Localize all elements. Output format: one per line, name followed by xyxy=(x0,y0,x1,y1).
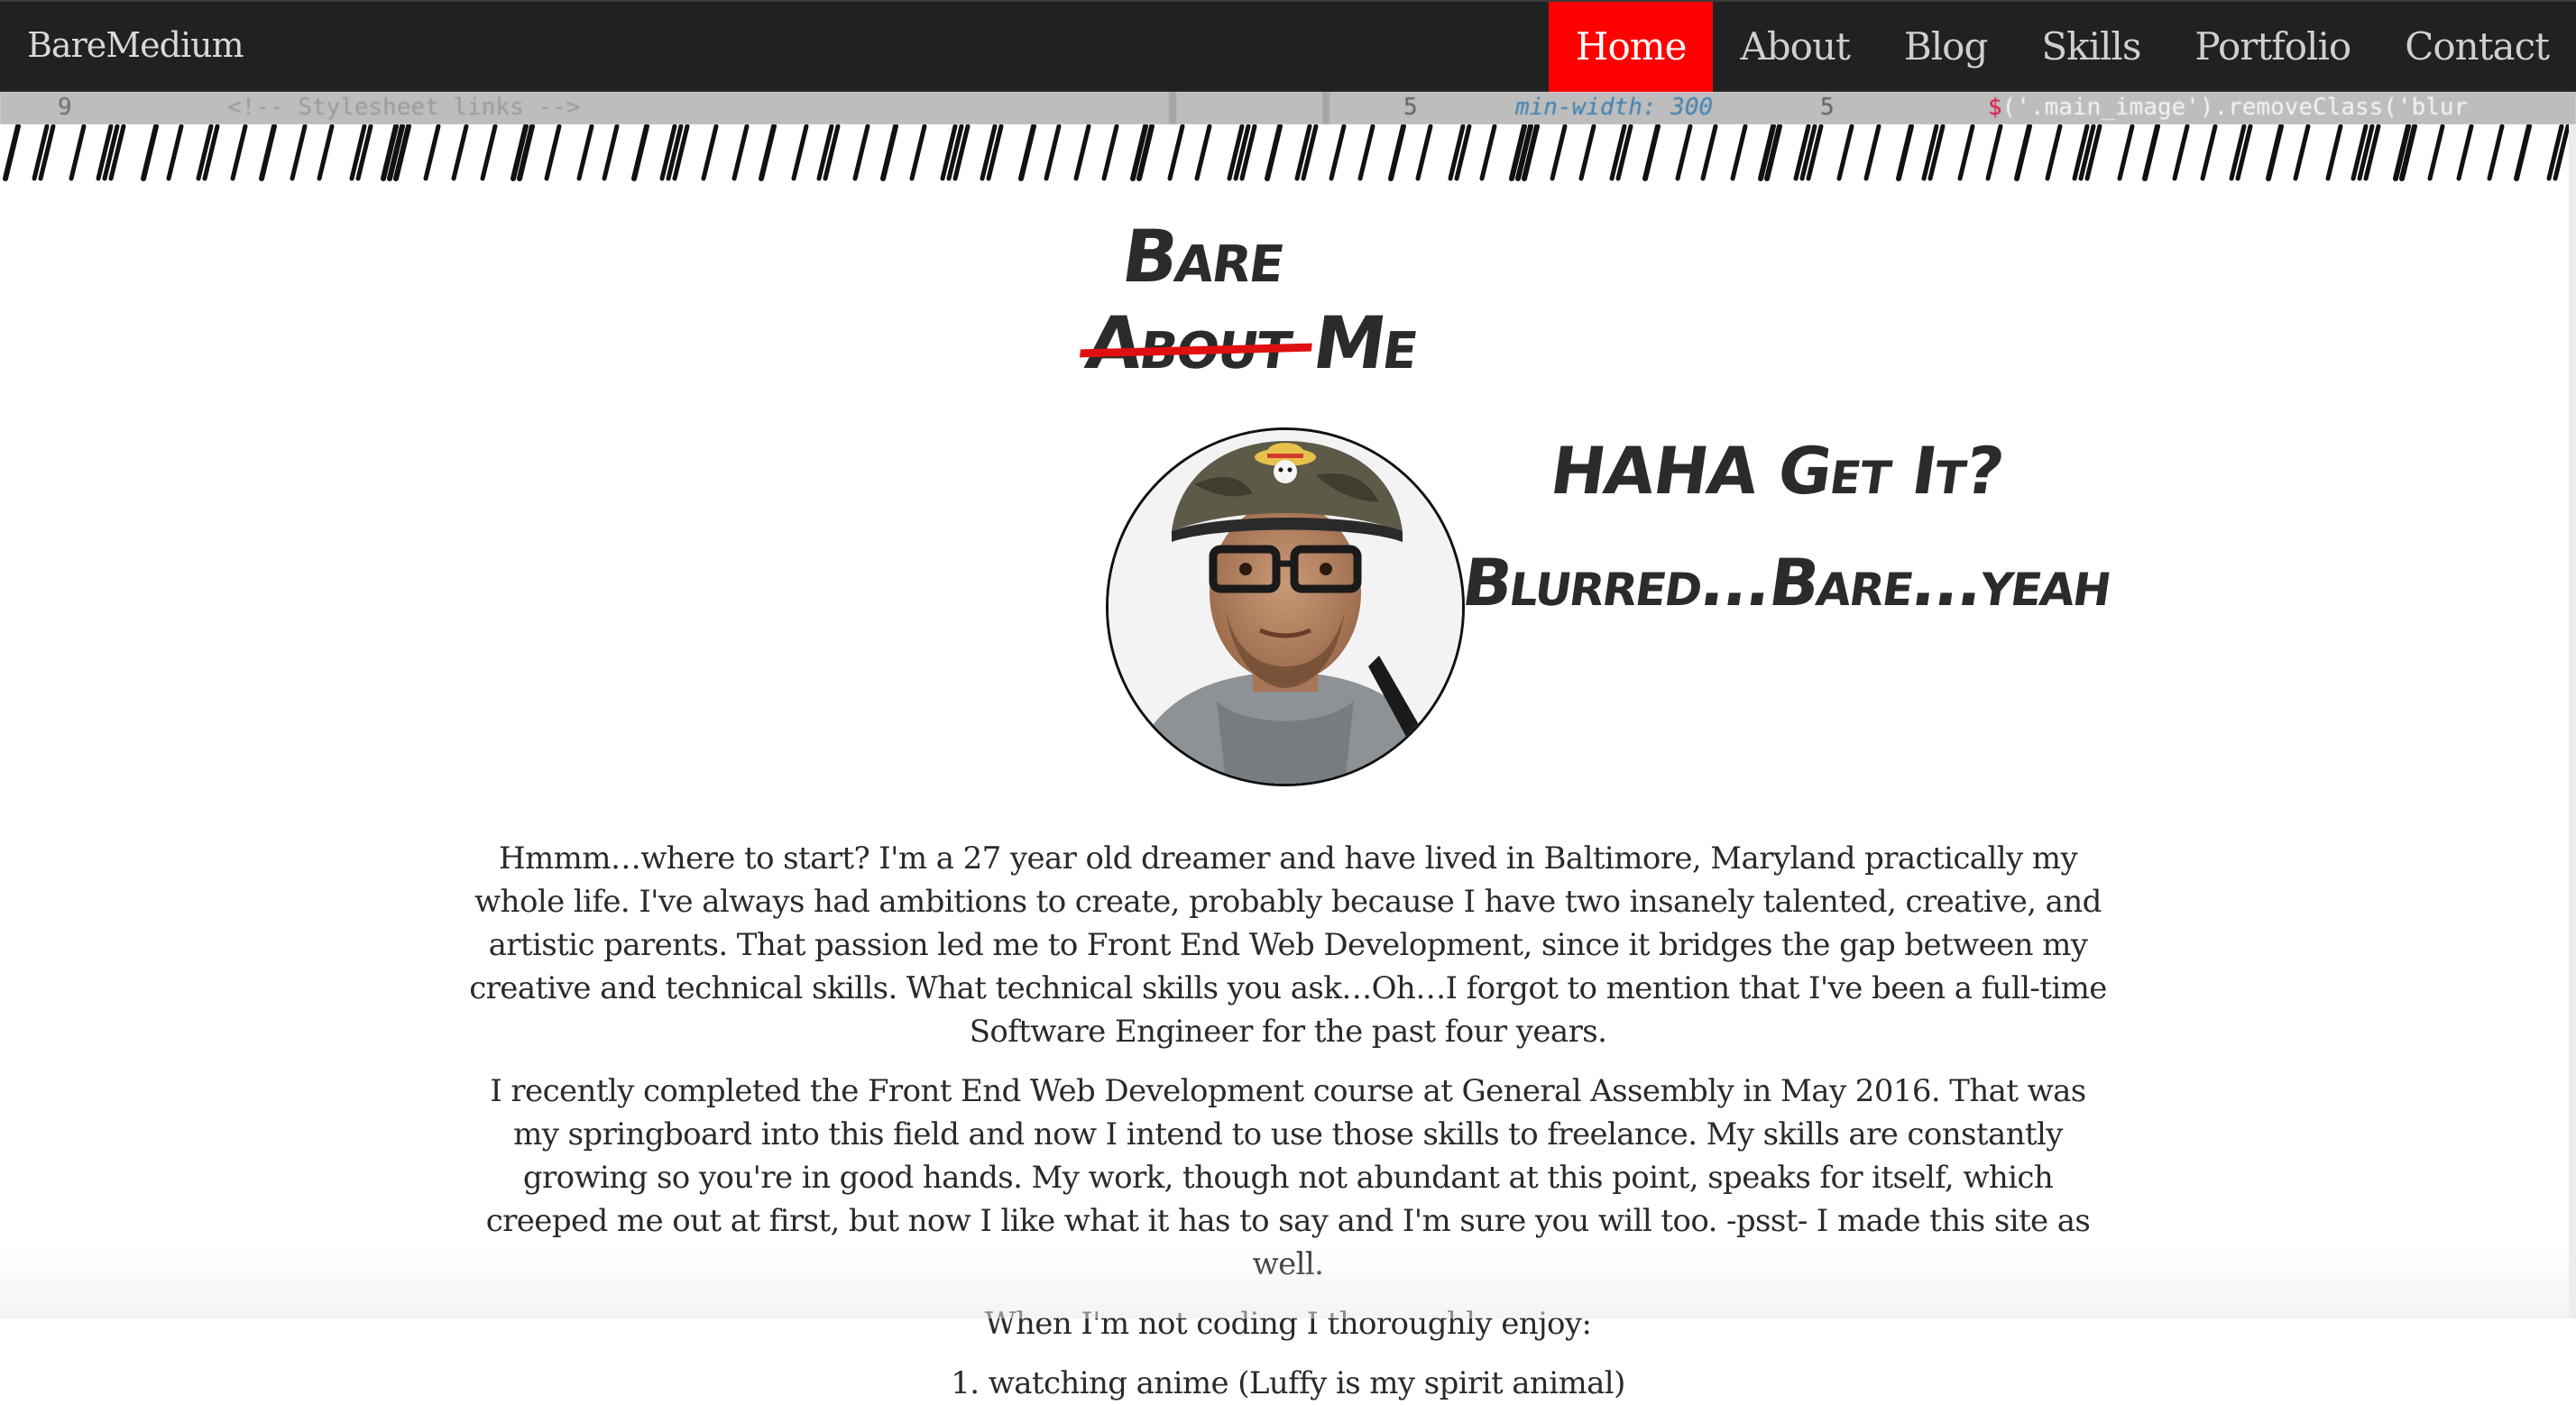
slash-mark xyxy=(791,124,809,181)
slash-mark xyxy=(2142,124,2160,181)
code-pane-divider xyxy=(1169,92,1176,124)
slash-mark xyxy=(2014,124,2032,181)
slash-mark xyxy=(1479,124,1497,181)
slash-mark xyxy=(259,124,277,181)
slash-mark xyxy=(3,124,21,181)
slash-mark xyxy=(2172,124,2190,181)
slash-mark xyxy=(1863,124,1881,181)
enjoy-heading: When I'm not coding I thoroughly enjoy: xyxy=(984,1306,1592,1342)
nav-item-portfolio[interactable]: Portfolio xyxy=(2167,2,2378,92)
slash-mark xyxy=(1957,124,1975,181)
slash-mark xyxy=(1985,124,2003,181)
list-item: 1. watching anime (Luffy is my spirit an… xyxy=(951,1365,1625,1401)
nav-item-home[interactable]: Home xyxy=(1548,2,1714,92)
slash-mark xyxy=(1836,124,1854,181)
code-background-strip: 9 <!-- Stylesheet links --> 5 min-width:… xyxy=(0,92,2576,124)
slash-pattern-band xyxy=(0,124,2576,182)
slash-mark xyxy=(2325,124,2343,181)
code-js-dollar: $ xyxy=(1988,94,2002,121)
slash-mark xyxy=(1700,124,1718,181)
about-paragraph-1: Hmmm…where to start? I'm a 27 year old d… xyxy=(469,840,2107,1050)
slash-mark xyxy=(1578,124,1596,181)
slash-mark xyxy=(1896,124,1914,181)
slash-mark xyxy=(2200,124,2218,181)
slash-mark xyxy=(166,124,184,181)
title-me: Me xyxy=(1308,301,1423,385)
slash-mark xyxy=(701,124,719,181)
slash-mark xyxy=(1265,124,1283,181)
code-line-number: 9 xyxy=(58,94,72,121)
code-line-number: 5 xyxy=(1403,94,1418,121)
slash-mark xyxy=(1730,124,1748,181)
slash-mark xyxy=(852,124,870,181)
slash-mark xyxy=(1388,124,1406,181)
slash-mark xyxy=(2514,124,2532,181)
slash-mark xyxy=(731,124,750,181)
window-scrollbar-edge[interactable] xyxy=(2569,124,2576,1318)
tagline-blurred-bare: Blurred...Bare...yeah xyxy=(1458,545,2116,620)
slash-mark xyxy=(1044,124,1062,181)
top-navbar: BareMedium Home About Blog Skills Portfo… xyxy=(0,0,2576,92)
nav-item-about[interactable]: About xyxy=(1713,2,1876,92)
code-comment: <!-- Stylesheet links --> xyxy=(227,94,581,121)
struck-word-about: About xyxy=(1081,301,1297,385)
slash-mark xyxy=(1073,124,1091,181)
slash-mark xyxy=(1167,124,1185,181)
slash-mark xyxy=(451,124,469,181)
slash-mark xyxy=(909,124,927,181)
slash-mark xyxy=(2045,124,2063,181)
slash-mark xyxy=(423,124,441,181)
code-line-number: 5 xyxy=(1820,94,1835,121)
slash-mark xyxy=(880,124,898,181)
slash-mark xyxy=(1194,124,1212,181)
slash-mark xyxy=(2117,124,2135,181)
avatar-illustration xyxy=(1109,430,1462,784)
slash-pattern xyxy=(3,124,2571,181)
slash-mark xyxy=(1415,124,1433,181)
slash-mark xyxy=(290,124,308,181)
code-css-snippet: min-width: 300 xyxy=(1515,94,1714,121)
nav-menu: Home About Blog Skills Portfolio Contact xyxy=(1548,2,2576,92)
slash-mark xyxy=(2456,124,2474,181)
slash-mark xyxy=(2487,124,2505,181)
code-js-text: ('.main_image').removeClass('blur xyxy=(2001,94,2469,121)
slash-mark xyxy=(1329,124,1347,181)
slash-mark xyxy=(1675,124,1693,181)
about-content: Hmmm…where to start? I'm a 27 year old d… xyxy=(469,837,2107,1405)
slash-mark xyxy=(317,124,335,181)
slash-mark xyxy=(759,124,777,181)
code-pane-divider xyxy=(1322,92,1329,124)
brand-logo[interactable]: BareMedium xyxy=(27,25,244,65)
slash-mark xyxy=(1642,124,1661,181)
title-bare: Bare xyxy=(1117,215,1290,298)
slash-mark xyxy=(2427,124,2445,181)
slash-mark xyxy=(1018,124,1036,181)
slash-mark xyxy=(602,124,620,181)
slash-mark xyxy=(1101,124,1119,181)
slash-mark xyxy=(1357,124,1375,181)
nav-item-blog[interactable]: Blog xyxy=(1877,2,2014,92)
slash-mark xyxy=(2293,124,2311,181)
slash-mark xyxy=(544,124,562,181)
slash-mark xyxy=(230,124,248,181)
code-js-snippet: $('.main_image').removeClass('blur xyxy=(1988,94,2468,121)
avatar-photo xyxy=(1106,427,1465,786)
slash-mark xyxy=(1550,124,1568,181)
nav-item-skills[interactable]: Skills xyxy=(2014,2,2167,92)
nav-item-contact[interactable]: Contact xyxy=(2378,2,2576,92)
slash-mark xyxy=(576,124,594,181)
slash-mark xyxy=(631,124,649,181)
tagline-get-it: HAHA Get It? xyxy=(1546,433,2009,509)
about-paragraph-2: I recently completed the Front End Web D… xyxy=(485,1073,2091,1282)
slash-mark xyxy=(480,124,498,181)
slash-mark xyxy=(69,124,87,181)
title-about-me: About Me xyxy=(1081,301,1422,385)
slash-mark xyxy=(2266,124,2284,181)
slash-mark xyxy=(141,124,159,181)
